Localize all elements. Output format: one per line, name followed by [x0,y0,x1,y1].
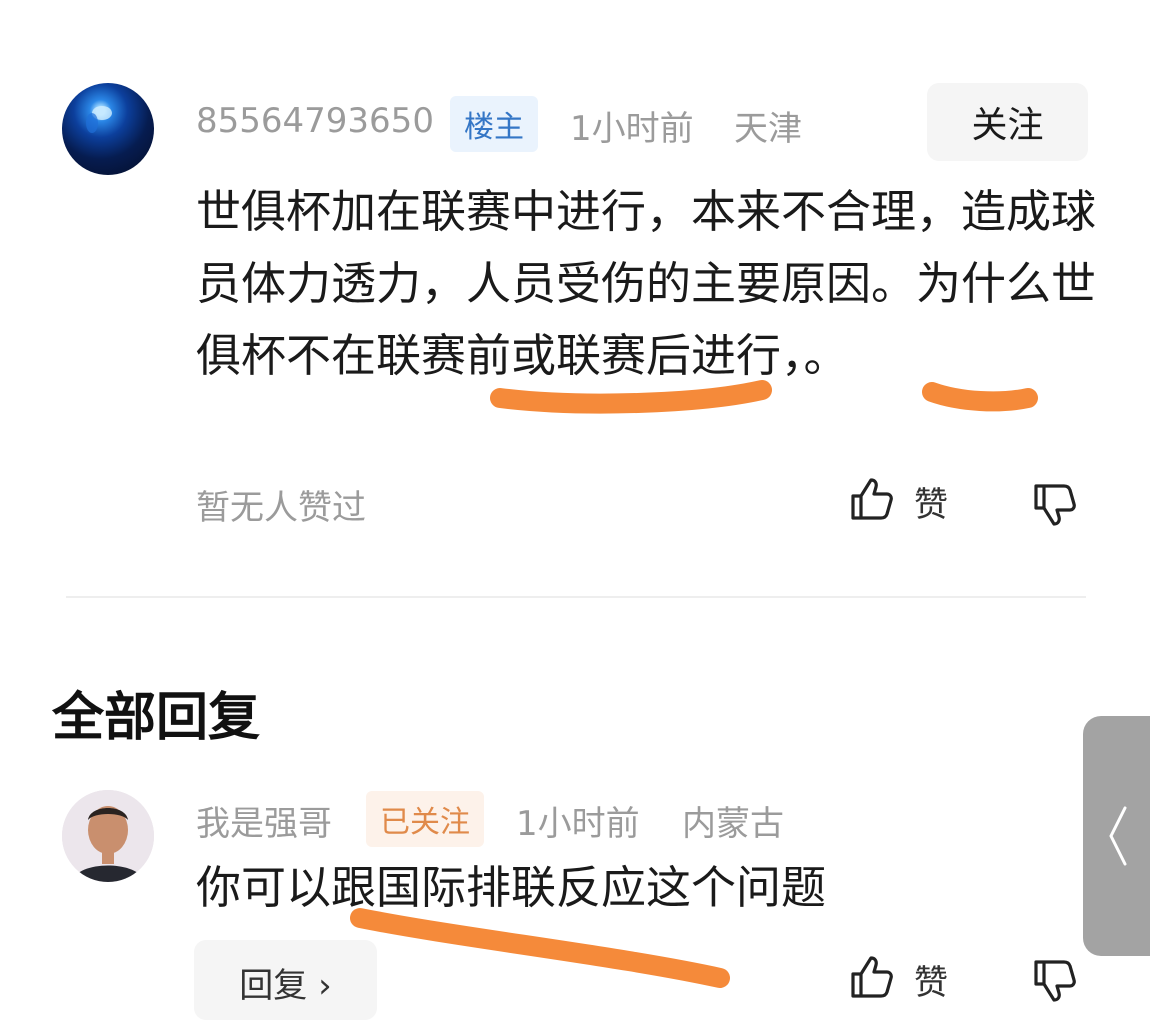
reply-location: 内蒙古 [682,804,784,844]
reply-text: 你可以跟国际排联反应这个问题 [196,861,827,914]
like-label[interactable]: 赞 [914,477,948,526]
like-button[interactable] [847,474,897,528]
thumbs-down-icon [1034,960,1076,1002]
highlight-stroke [490,380,772,414]
thumbs-down-icon [1034,484,1076,526]
highlight-stroke [350,908,730,988]
divider [66,596,1086,598]
replier-avatar[interactable] [62,790,154,882]
followed-badge: 已关注 [366,791,484,847]
thumbs-up-icon [851,956,893,998]
avatar-image [62,790,154,882]
dislike-button[interactable] [1030,480,1080,534]
replier-username[interactable]: 我是强哥 [196,796,332,845]
replies-section-title: 全部回复 [52,688,261,748]
thumbs-up-icon [851,478,893,520]
reply-button[interactable]: 回复 › [194,940,377,1020]
likes-status: 暂无人赞过 [196,488,366,528]
side-panel-handle[interactable] [1083,716,1150,956]
reply-time: 1小时前 [516,804,640,844]
chevron-left-icon [1108,806,1126,866]
reply-dislike-button[interactable] [1030,956,1080,1010]
reply-like-button[interactable] [847,952,897,1006]
reply-like-label[interactable]: 赞 [914,955,948,1004]
highlight-stroke [922,382,1038,412]
